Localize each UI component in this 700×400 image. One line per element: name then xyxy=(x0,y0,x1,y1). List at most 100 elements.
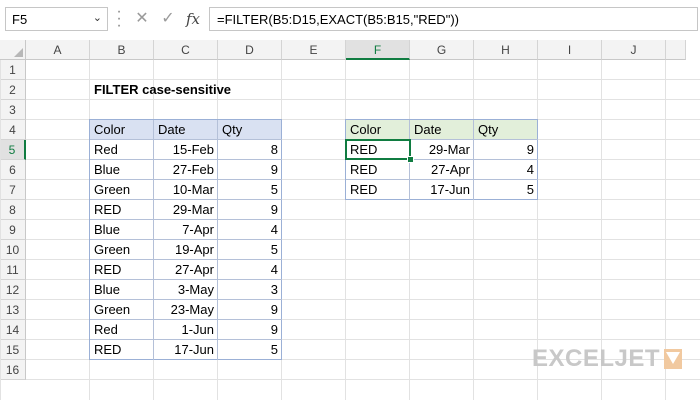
row-header-15[interactable]: 15 xyxy=(0,340,26,360)
source-cell[interactable]: Green xyxy=(90,240,154,260)
row-header-1[interactable]: 1 xyxy=(0,60,26,80)
source-header-cell[interactable]: Date xyxy=(154,120,218,140)
column-header-c[interactable]: C xyxy=(154,40,218,60)
column-header-h[interactable]: H xyxy=(474,40,538,60)
source-cell[interactable]: 3 xyxy=(218,280,282,300)
source-table-vline xyxy=(217,120,218,360)
source-cell[interactable]: 3-May xyxy=(154,280,218,300)
source-cell[interactable]: 19-Apr xyxy=(154,240,218,260)
result-cell[interactable]: 5 xyxy=(474,180,538,200)
column-header-j[interactable]: J xyxy=(602,40,666,60)
source-cell[interactable]: 17-Jun xyxy=(154,340,218,360)
source-cell[interactable]: 5 xyxy=(218,180,282,200)
row-header-6[interactable]: 6 xyxy=(0,160,26,180)
sheet-title[interactable]: FILTER case-sensitive xyxy=(90,80,310,100)
source-cell[interactable]: 27-Feb xyxy=(154,160,218,180)
result-cell[interactable]: 17-Jun xyxy=(410,180,474,200)
source-cell[interactable]: 4 xyxy=(218,260,282,280)
source-cell[interactable]: 8 xyxy=(218,140,282,160)
source-cell[interactable]: 4 xyxy=(218,220,282,240)
row-header-14[interactable]: 14 xyxy=(0,320,26,340)
result-header-cell[interactable]: Color xyxy=(346,120,410,140)
row-header-4[interactable]: 4 xyxy=(0,120,26,140)
result-cell[interactable]: 4 xyxy=(474,160,538,180)
source-cell[interactable]: 9 xyxy=(218,160,282,180)
source-cell[interactable]: Blue xyxy=(90,280,154,300)
result-cell[interactable]: 29-Mar xyxy=(410,140,474,160)
select-all-corner[interactable] xyxy=(0,40,26,60)
source-cell[interactable]: Green xyxy=(90,180,154,200)
column-header-e[interactable]: E xyxy=(282,40,346,60)
row-header-10[interactable]: 10 xyxy=(0,240,26,260)
result-cell[interactable]: 9 xyxy=(474,140,538,160)
row-header-16[interactable]: 16 xyxy=(0,360,26,380)
source-cell[interactable]: RED xyxy=(90,260,154,280)
select-all-icon xyxy=(14,48,23,57)
source-cell[interactable]: 7-Apr xyxy=(154,220,218,240)
source-cell[interactable]: Red xyxy=(90,320,154,340)
row-header-13[interactable]: 13 xyxy=(0,300,26,320)
source-cell[interactable]: Red xyxy=(90,140,154,160)
row-header-9[interactable]: 9 xyxy=(0,220,26,240)
result-header-cell[interactable]: Qty xyxy=(474,120,538,140)
gridline-horizontal xyxy=(26,379,700,380)
source-table-hline xyxy=(90,319,282,320)
exceljet-logo: EXCELJET xyxy=(532,345,661,372)
source-table-hline xyxy=(90,239,282,240)
fill-handle[interactable] xyxy=(407,156,414,163)
row-header-5[interactable]: 5 xyxy=(0,140,26,160)
column-header-a[interactable]: A xyxy=(26,40,90,60)
source-cell[interactable]: 27-Apr xyxy=(154,260,218,280)
row-header-2[interactable]: 2 xyxy=(0,80,26,100)
name-box-value: F5 xyxy=(12,12,28,27)
source-table-hline xyxy=(90,339,282,340)
source-cell[interactable]: Green xyxy=(90,300,154,320)
row-header-11[interactable]: 11 xyxy=(0,260,26,280)
column-header-i[interactable]: I xyxy=(538,40,602,60)
column-header-d[interactable]: D xyxy=(218,40,282,60)
result-cell[interactable]: RED xyxy=(346,160,410,180)
source-cell[interactable]: 9 xyxy=(218,200,282,220)
gridline-vertical xyxy=(473,60,474,400)
source-cell[interactable]: RED xyxy=(90,340,154,360)
source-table-hline xyxy=(90,179,282,180)
source-header-cell[interactable]: Qty xyxy=(218,120,282,140)
column-header-filler xyxy=(666,40,686,60)
row-header-12[interactable]: 12 xyxy=(0,280,26,300)
source-cell[interactable]: RED xyxy=(90,200,154,220)
source-cell[interactable]: 23-May xyxy=(154,300,218,320)
drag-handle-icon[interactable]: · · · xyxy=(116,4,122,34)
enter-icon[interactable]: ✓ xyxy=(158,9,178,29)
source-cell[interactable]: 9 xyxy=(218,300,282,320)
source-cell[interactable]: 29-Mar xyxy=(154,200,218,220)
column-header-f[interactable]: F xyxy=(346,40,410,60)
insert-function-icon[interactable]: fx xyxy=(183,9,203,29)
row-header-8[interactable]: 8 xyxy=(0,200,26,220)
source-cell[interactable]: 5 xyxy=(218,240,282,260)
column-header-g[interactable]: G xyxy=(410,40,474,60)
row-header-7[interactable]: 7 xyxy=(0,180,26,200)
source-cell[interactable]: Blue xyxy=(90,160,154,180)
column-header-b[interactable]: B xyxy=(90,40,154,60)
source-cell[interactable]: 9 xyxy=(218,320,282,340)
gridline-vertical xyxy=(0,60,1,400)
source-cell[interactable]: 1-Jun xyxy=(154,320,218,340)
result-header-cell[interactable]: Date xyxy=(410,120,474,140)
chevron-down-icon[interactable]: ⌄ xyxy=(93,11,102,24)
name-box[interactable]: F5 ⌄ xyxy=(5,7,108,31)
result-cell[interactable]: 27-Apr xyxy=(410,160,474,180)
row-header-3[interactable]: 3 xyxy=(0,100,26,120)
result-cell[interactable]: RED xyxy=(346,180,410,200)
source-cell[interactable]: 10-Mar xyxy=(154,180,218,200)
active-cell-outline xyxy=(345,139,411,160)
source-header-cell[interactable]: Color xyxy=(90,120,154,140)
gridline-vertical xyxy=(345,60,346,400)
exceljet-logo-arrow-icon xyxy=(666,352,680,364)
formula-input[interactable]: =FILTER(B5:D15,EXACT(B5:B15,"RED")) xyxy=(209,7,698,31)
cancel-icon[interactable]: ✕ xyxy=(132,9,152,29)
source-cell[interactable]: 5 xyxy=(218,340,282,360)
source-table-hline xyxy=(90,159,282,160)
source-cell[interactable]: Blue xyxy=(90,220,154,240)
source-cell[interactable]: 15-Feb xyxy=(154,140,218,160)
source-table-hline xyxy=(90,299,282,300)
